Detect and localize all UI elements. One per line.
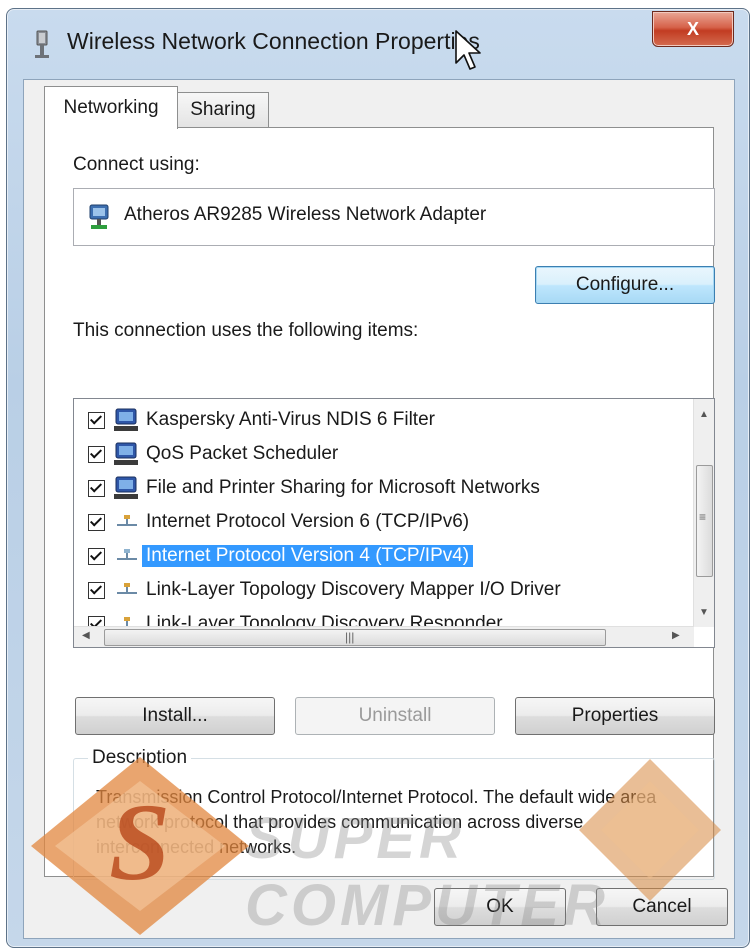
item-label: Kaspersky Anti-Virus NDIS 6 Filter bbox=[146, 409, 435, 430]
checkbox[interactable] bbox=[88, 548, 105, 565]
list-item[interactable]: Link-Layer Topology Discovery Mapper I/O… bbox=[74, 573, 674, 607]
scroll-down-icon[interactable]: ▼ bbox=[699, 607, 709, 618]
horizontal-scrollbar[interactable]: ◀ ||| ▶ bbox=[74, 626, 694, 647]
connect-using-label: Connect using: bbox=[73, 154, 200, 175]
properties-window: Wireless Network Connection Properties X… bbox=[6, 8, 750, 948]
properties-button[interactable]: Properties bbox=[515, 697, 715, 735]
checkbox[interactable] bbox=[88, 514, 105, 531]
adapter-field: Atheros AR9285 Wireless Network Adapter bbox=[73, 188, 715, 246]
install-button[interactable]: Install... bbox=[75, 697, 275, 735]
protocol-icon bbox=[114, 543, 140, 569]
item-label: Link-Layer Topology Discovery Mapper I/O… bbox=[146, 579, 561, 600]
protocol-icon bbox=[114, 577, 140, 603]
cancel-button[interactable]: Cancel bbox=[596, 888, 728, 926]
network-client-icon bbox=[114, 441, 140, 467]
description-group: Description Transmission Control Protoco… bbox=[73, 747, 715, 880]
title-bar[interactable]: Wireless Network Connection Properties X bbox=[7, 9, 749, 75]
ok-button[interactable]: OK bbox=[434, 888, 566, 926]
scroll-right-icon[interactable]: ▶ bbox=[672, 630, 680, 641]
item-label: QoS Packet Scheduler bbox=[146, 443, 339, 464]
checkbox[interactable] bbox=[88, 582, 105, 599]
items-label: This connection uses the following items… bbox=[73, 320, 419, 341]
items-list[interactable]: Kaspersky Anti-Virus NDIS 6 Filter QoS P… bbox=[73, 398, 715, 648]
adapter-name: Atheros AR9285 Wireless Network Adapter bbox=[124, 204, 487, 225]
list-item-selected[interactable]: Internet Protocol Version 4 (TCP/IPv4) bbox=[74, 539, 674, 573]
close-icon: X bbox=[686, 18, 699, 39]
uninstall-button[interactable]: Uninstall bbox=[295, 697, 495, 735]
network-adapter-icon bbox=[88, 203, 110, 231]
item-label: File and Printer Sharing for Microsoft N… bbox=[146, 477, 540, 498]
scroll-up-icon[interactable]: ▲ bbox=[699, 409, 709, 420]
network-client-icon bbox=[114, 407, 140, 433]
checkbox[interactable] bbox=[88, 412, 105, 429]
checkbox[interactable] bbox=[88, 446, 105, 463]
network-adapter-icon bbox=[29, 29, 55, 59]
list-item[interactable]: Internet Protocol Version 6 (TCP/IPv6) bbox=[74, 505, 674, 539]
list-item[interactable]: QoS Packet Scheduler bbox=[74, 437, 674, 471]
checkbox[interactable] bbox=[88, 480, 105, 497]
close-button[interactable]: X bbox=[652, 11, 734, 47]
mouse-cursor-icon bbox=[454, 29, 482, 73]
vertical-scroll-thumb[interactable]: ≡ bbox=[696, 465, 713, 577]
grip-icon: ||| bbox=[345, 630, 355, 644]
item-label: Internet Protocol Version 6 (TCP/IPv6) bbox=[146, 511, 470, 532]
protocol-icon bbox=[114, 509, 140, 535]
window-title: Wireless Network Connection Properties bbox=[67, 28, 480, 54]
tab-sharing[interactable]: Sharing bbox=[177, 92, 269, 127]
list-item[interactable]: Kaspersky Anti-Virus NDIS 6 Filter bbox=[74, 403, 674, 437]
description-title: Description bbox=[88, 747, 192, 769]
network-client-icon bbox=[114, 475, 140, 501]
item-label: Internet Protocol Version 4 (TCP/IPv4) bbox=[142, 545, 474, 567]
grip-icon: ≡ bbox=[699, 510, 707, 524]
dialog-client-area: Networking Sharing Connect using: Athero… bbox=[23, 79, 735, 939]
tab-networking[interactable]: Networking bbox=[44, 86, 178, 129]
configure-button[interactable]: Configure... bbox=[535, 266, 715, 304]
horizontal-scroll-thumb[interactable]: ||| bbox=[104, 629, 606, 646]
description-text: Transmission Control Protocol/Internet P… bbox=[96, 787, 657, 857]
list-item[interactable]: File and Printer Sharing for Microsoft N… bbox=[74, 471, 674, 505]
vertical-scrollbar[interactable]: ▲ ≡ ▼ bbox=[693, 399, 714, 627]
scroll-left-icon[interactable]: ◀ bbox=[82, 630, 90, 641]
networking-panel: Connect using: Atheros AR9285 Wireless N… bbox=[44, 127, 715, 880]
